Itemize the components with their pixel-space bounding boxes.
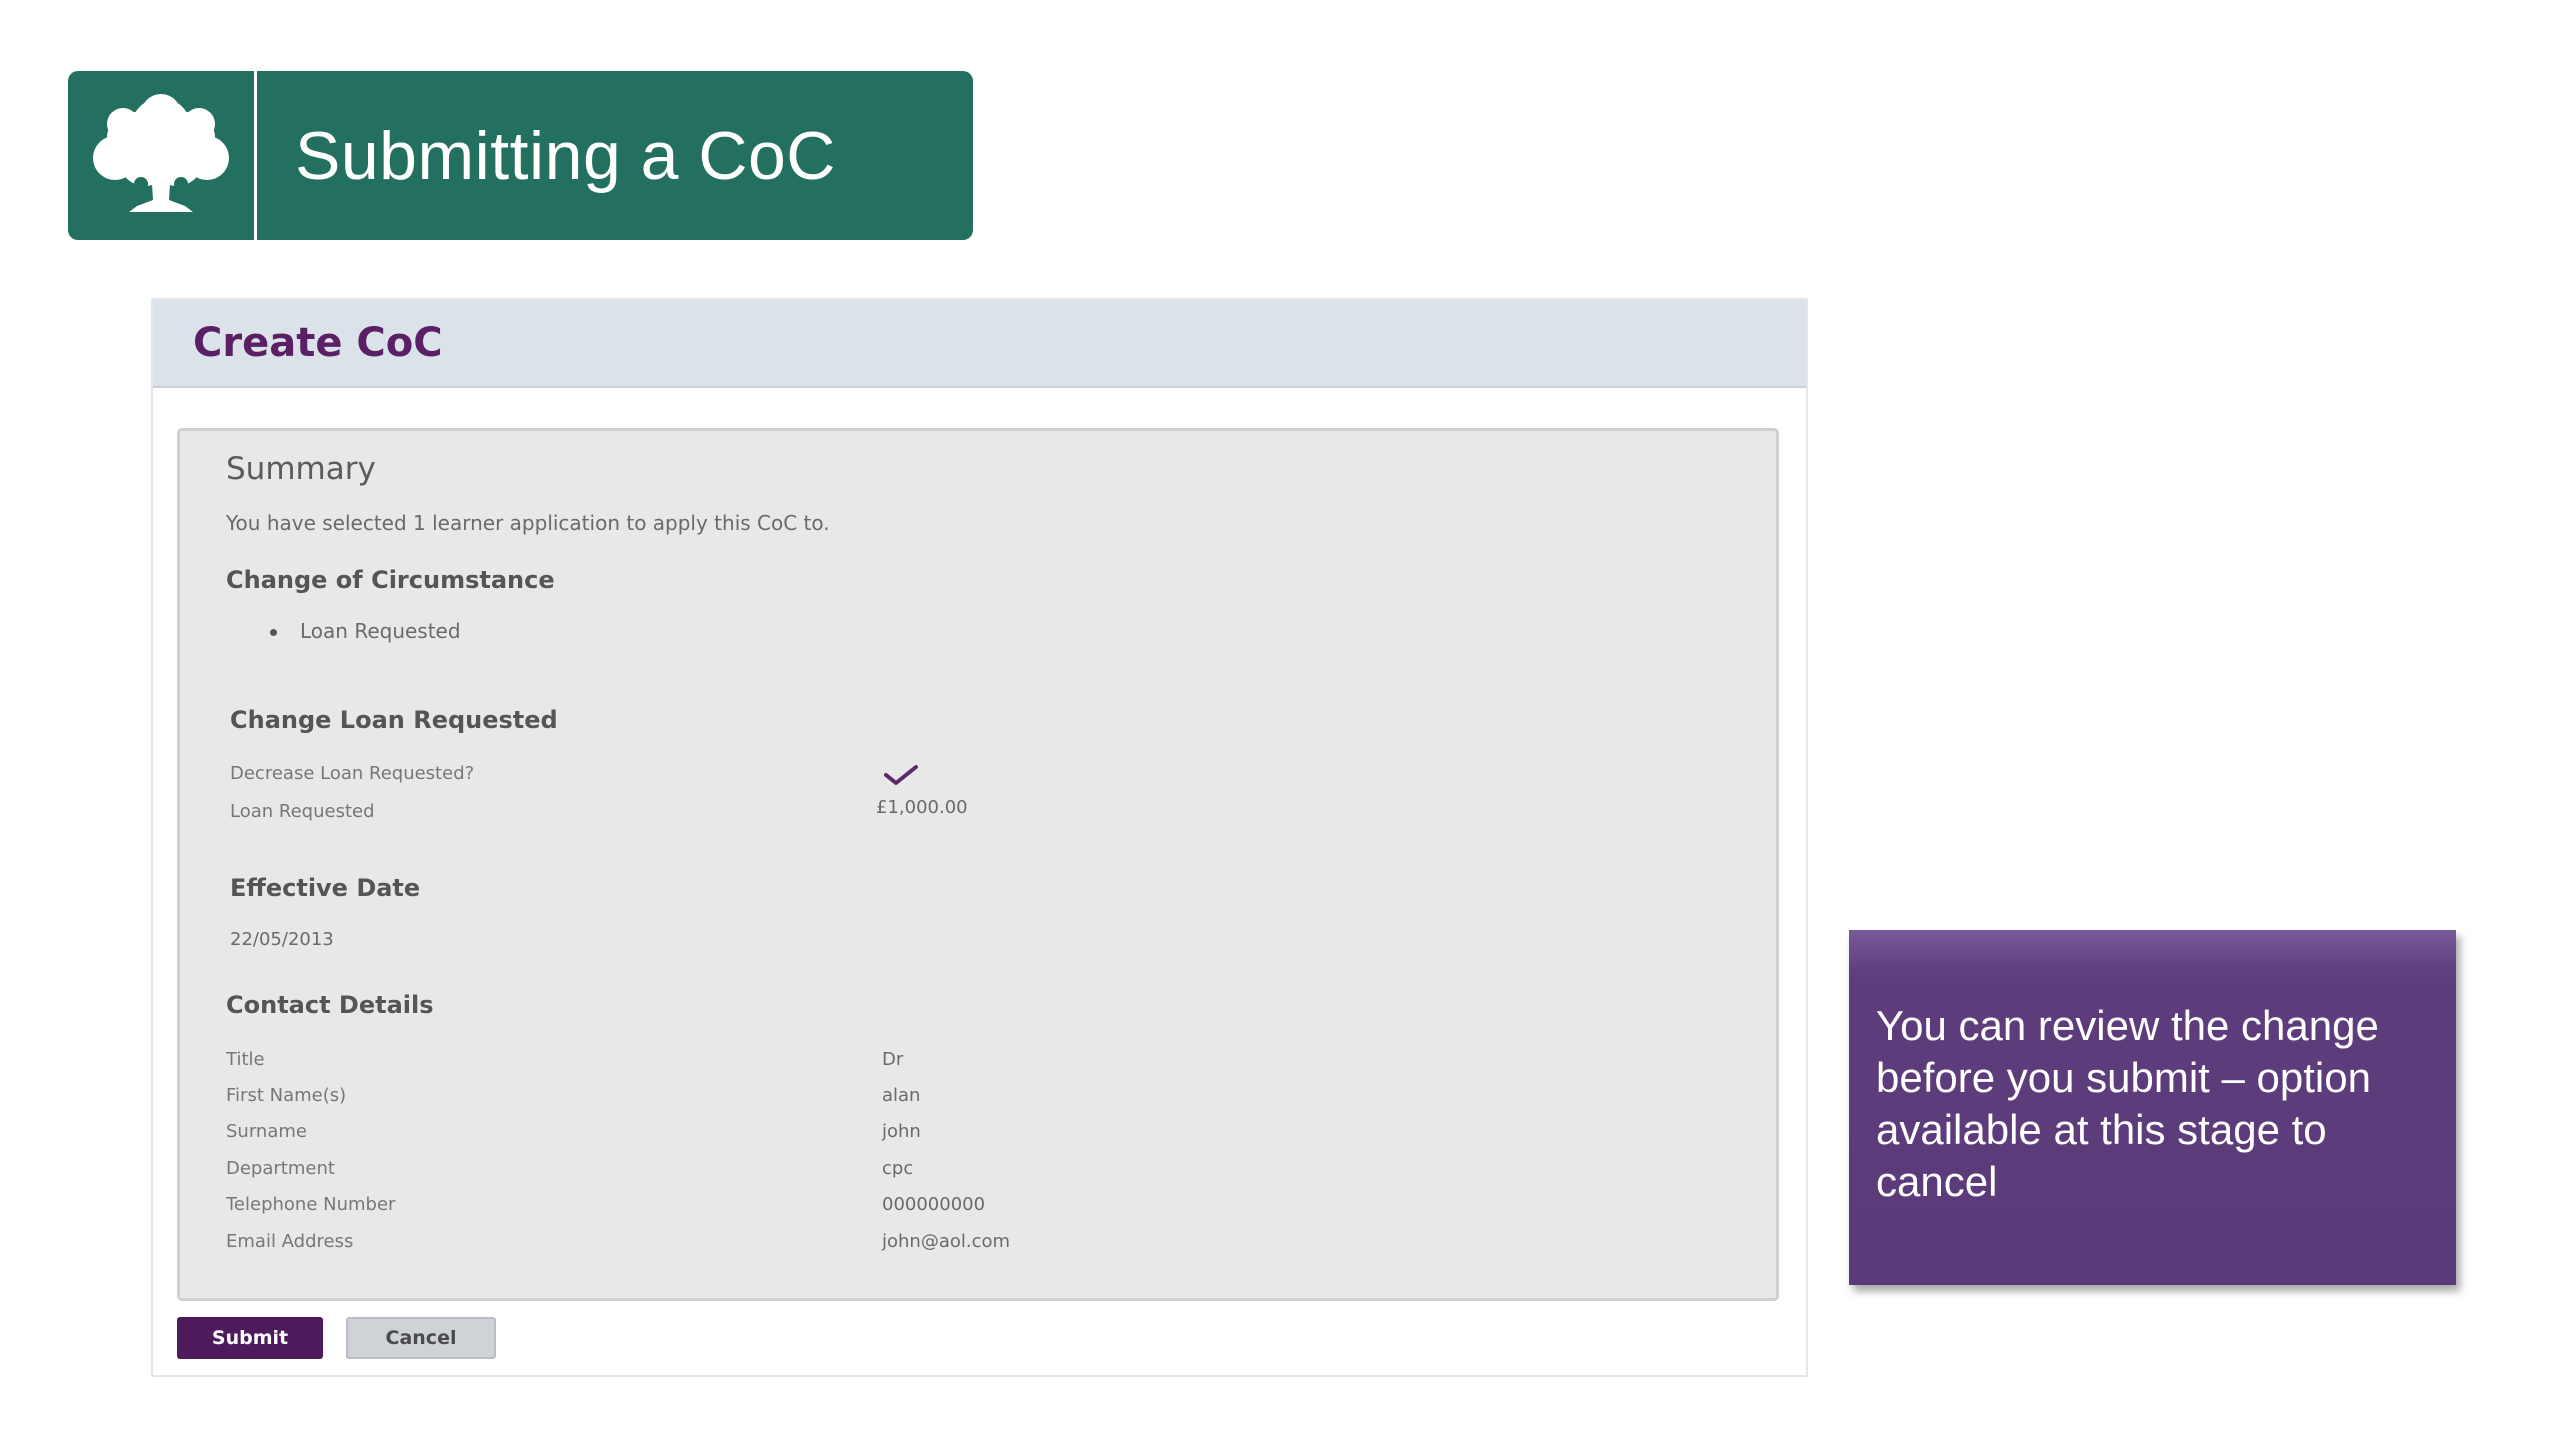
contact-value-title: Dr [882,1049,904,1070]
bullet-icon [270,629,277,636]
loan-requested-label: Loan Requested [230,801,375,822]
title-banner: Submitting a CoC [68,71,973,240]
checkmark-icon [884,764,918,791]
summary-box: Summary You have selected 1 learner appl… [177,428,1779,1301]
callout-text: You can review the change before you sub… [1876,1002,2379,1205]
contact-value-surname: john [882,1121,921,1142]
callout-box: You can review the change before you sub… [1849,930,2456,1285]
loan-requested-value: £1,000.00 [876,797,968,818]
contact-label-title: Title [226,1049,265,1070]
summary-intro: You have selected 1 learner application … [226,511,830,535]
coc-item: Loan Requested [300,619,461,643]
contact-value-email: john@aol.com [882,1231,1011,1252]
create-coc-panel: Create CoC Summary You have selected 1 l… [151,298,1808,1377]
contact-value-first-name: alan [882,1085,921,1106]
contact-label-first-name: First Name(s) [226,1085,347,1106]
slide-title: Submitting a CoC [295,117,836,194]
effective-date-value: 22/05/2013 [230,929,334,950]
contact-label-telephone: Telephone Number [226,1194,396,1215]
loan-heading: Change Loan Requested [230,706,558,734]
decrease-loan-label: Decrease Loan Requested? [230,763,475,784]
contact-label-email: Email Address [226,1231,354,1252]
coc-heading: Change of Circumstance [226,566,555,594]
slide: Submitting a CoC Create CoC Summary You … [0,0,2560,1440]
summary-title: Summary [226,451,376,487]
contact-value-telephone: 000000000 [882,1194,986,1215]
contact-heading: Contact Details [226,991,434,1019]
effective-date-heading: Effective Date [230,874,421,902]
panel-header: Create CoC [153,300,1806,388]
page-title: Create CoC [193,320,443,366]
contact-label-department: Department [226,1158,335,1179]
contact-label-surname: Surname [226,1121,307,1142]
oak-tree-icon [68,71,257,240]
contact-value-department: cpc [882,1158,914,1179]
cancel-button[interactable]: Cancel [346,1317,496,1359]
submit-button[interactable]: Submit [177,1317,323,1359]
